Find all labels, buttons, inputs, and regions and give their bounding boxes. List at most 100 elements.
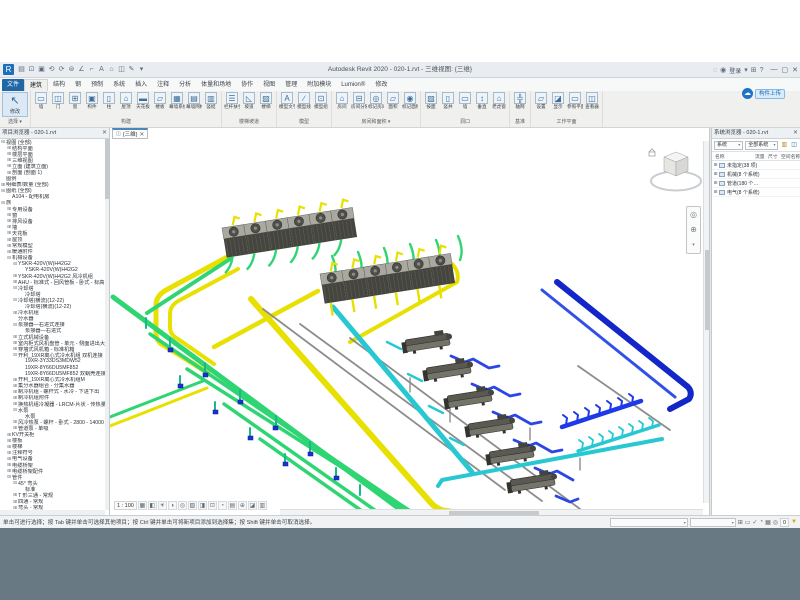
ribbon-tool[interactable]: ▭墙: [457, 92, 473, 110]
view-control-icon[interactable]: ⊡: [208, 501, 217, 510]
ribbon-tool[interactable]: ╬轴网: [512, 92, 528, 110]
help-icon[interactable]: ?: [760, 67, 764, 74]
ribbon-tab[interactable]: 文件: [2, 79, 24, 91]
view-control-icon[interactable]: ▧: [188, 501, 197, 510]
ribbon-tab[interactable]: 视图: [258, 79, 280, 91]
quick-access-icon[interactable]: ⟳: [57, 62, 66, 78]
cloud-upload-plugin-button[interactable]: ☁ 构件上传: [742, 88, 785, 99]
ribbon-tab[interactable]: 修改: [370, 79, 392, 91]
ribbon-tool[interactable]: ▤幕墙网格: [186, 92, 202, 110]
view-control-icon[interactable]: ▦: [138, 501, 147, 510]
ribbon-tab[interactable]: 插入: [130, 79, 152, 91]
workset-dropdown[interactable]: ▾: [610, 518, 688, 527]
window-button[interactable]: ▢: [782, 66, 789, 74]
quick-access-icon[interactable]: ⊜: [67, 62, 76, 78]
modify-button[interactable]: ↖ 修改: [2, 92, 28, 117]
ribbon-tab[interactable]: 注释: [152, 79, 174, 91]
view-control-icon[interactable]: ◧: [148, 501, 157, 510]
quick-access-icon[interactable]: ▾: [137, 62, 146, 78]
discipline-filter-dropdown[interactable]: 全部系统▾: [745, 141, 778, 150]
quick-access-icon[interactable]: ▣: [37, 62, 46, 78]
window-button[interactable]: —: [771, 66, 778, 74]
ribbon-tool[interactable]: ⌂屋顶: [118, 92, 134, 110]
ribbon-tool[interactable]: ◫查看器: [584, 92, 600, 110]
ribbon-tool[interactable]: ▭墙: [33, 92, 49, 110]
ribbon-tool[interactable]: ⌂房间: [334, 92, 350, 110]
view-control-icon[interactable]: ▥: [258, 501, 267, 510]
system-row[interactable]: ⊞ 管道(180 个…: [712, 179, 800, 188]
view-control-icon[interactable]: ▤: [228, 501, 237, 510]
view-tab-3d[interactable]: ◫ {三维} ✕: [112, 128, 148, 139]
signin-caret-icon[interactable]: ▾: [744, 66, 748, 74]
zoom-icon[interactable]: ⊕: [690, 225, 697, 234]
quick-access-icon[interactable]: ∠: [77, 62, 86, 78]
system-row[interactable]: ⊞ 电气(8 个系统): [712, 188, 800, 197]
design-option-dropdown[interactable]: ▾: [690, 518, 736, 527]
status-toggle-icon[interactable]: ▭: [745, 519, 751, 526]
quick-access-icon[interactable]: ▤: [17, 62, 26, 78]
autofit-columns-icon[interactable]: ▥: [780, 141, 788, 149]
ribbon-tool[interactable]: ▱设置: [533, 92, 549, 110]
ribbon-tab[interactable]: 系统: [108, 79, 130, 91]
project-browser-scrollbar[interactable]: [105, 139, 109, 510]
ribbon-tab[interactable]: 分析: [174, 79, 196, 91]
quick-access-icon[interactable]: ⌐: [87, 62, 96, 78]
ribbon-tool[interactable]: ◫门: [50, 92, 66, 110]
ribbon-tool[interactable]: ∕模型线: [296, 92, 312, 110]
system-row[interactable]: ⊞ 未指定(38 项): [712, 161, 800, 170]
ribbon-tool[interactable]: ☰栏杆扶手: [224, 92, 240, 110]
exchange-apps-icon[interactable]: ⊞: [751, 66, 757, 74]
view-filter-dropdown[interactable]: 系统▾: [714, 141, 743, 150]
ribbon-tab[interactable]: Lumion®: [336, 79, 370, 91]
ribbon-tab[interactable]: 体量和场地: [196, 79, 236, 91]
ribbon-tool[interactable]: ▨楼梯: [258, 92, 274, 110]
ribbon-tab[interactable]: 协作: [236, 79, 258, 91]
view-control-icon[interactable]: ⊕: [238, 501, 247, 510]
system-row[interactable]: ⊞ 机械(8 个系统): [712, 170, 800, 179]
ribbon-tab[interactable]: 结构: [48, 79, 70, 91]
status-toggle-icon[interactable]: ◎: [773, 519, 778, 526]
ribbon-tool[interactable]: ▯竖井: [440, 92, 456, 110]
account-icon[interactable]: ◉: [720, 66, 726, 74]
ribbon-tool[interactable]: ↕垂直: [474, 92, 490, 110]
ribbon-tool[interactable]: ▭参照平面: [567, 92, 583, 110]
ribbon-tool[interactable]: ⊟房间分隔: [351, 92, 367, 110]
status-toggle-icon[interactable]: ✓: [752, 519, 757, 526]
filter-icon[interactable]: ▼: [791, 519, 797, 525]
ribbon-tab[interactable]: 管理: [280, 79, 302, 91]
view-tab-close-icon[interactable]: ✕: [139, 131, 144, 138]
steering-wheel-icon[interactable]: ◎: [690, 210, 697, 219]
navbar-caret-icon[interactable]: ▾: [692, 241, 695, 250]
window-button[interactable]: ✕: [792, 66, 798, 74]
ribbon-tool[interactable]: ▯柱: [101, 92, 117, 110]
ribbon-tool[interactable]: ◎标记房间: [368, 92, 384, 110]
close-icon[interactable]: ✕: [102, 128, 107, 138]
status-toggle-icon[interactable]: ◔: [759, 519, 763, 526]
search-icon[interactable]: ◌: [713, 67, 717, 74]
ribbon-tool[interactable]: ⌂老虎窗: [491, 92, 507, 110]
ribbon-tool[interactable]: ▨按面: [423, 92, 439, 110]
drawing-area[interactable]: ◫ {三维} ✕: [110, 128, 710, 515]
quick-access-icon[interactable]: ⊡: [27, 62, 36, 78]
view-control-icon[interactable]: ☀: [158, 501, 167, 510]
ribbon-tab[interactable]: 建筑: [24, 79, 48, 91]
view-control-icon[interactable]: ◪: [248, 501, 257, 510]
ribbon-tool[interactable]: ▱楼板: [152, 92, 168, 110]
view-control-icon[interactable]: ◎: [178, 501, 187, 510]
ribbon-tool[interactable]: ⊡模型组: [313, 92, 329, 110]
revit-logo-icon[interactable]: R: [3, 64, 14, 75]
quick-access-icon[interactable]: ⟲: [47, 62, 56, 78]
viewcube[interactable]: [649, 149, 701, 191]
quick-access-icon[interactable]: ✎: [127, 62, 136, 78]
view-control-icon[interactable]: ◨: [198, 501, 207, 510]
quick-access-icon[interactable]: ⌂: [107, 62, 116, 78]
close-icon[interactable]: ✕: [793, 128, 798, 138]
sign-in-button[interactable]: 登录: [729, 66, 741, 75]
ribbon-tool[interactable]: ◺坡道: [241, 92, 257, 110]
column-settings-icon[interactable]: ◫: [790, 141, 798, 149]
ribbon-tool[interactable]: ◉标记面积: [402, 92, 418, 110]
view-control-icon[interactable]: ◔: [218, 501, 227, 510]
scale-button[interactable]: 1 : 100: [114, 501, 137, 510]
status-toggle-icon[interactable]: ▦: [765, 519, 771, 526]
view-control-icon[interactable]: ◑: [168, 501, 177, 510]
